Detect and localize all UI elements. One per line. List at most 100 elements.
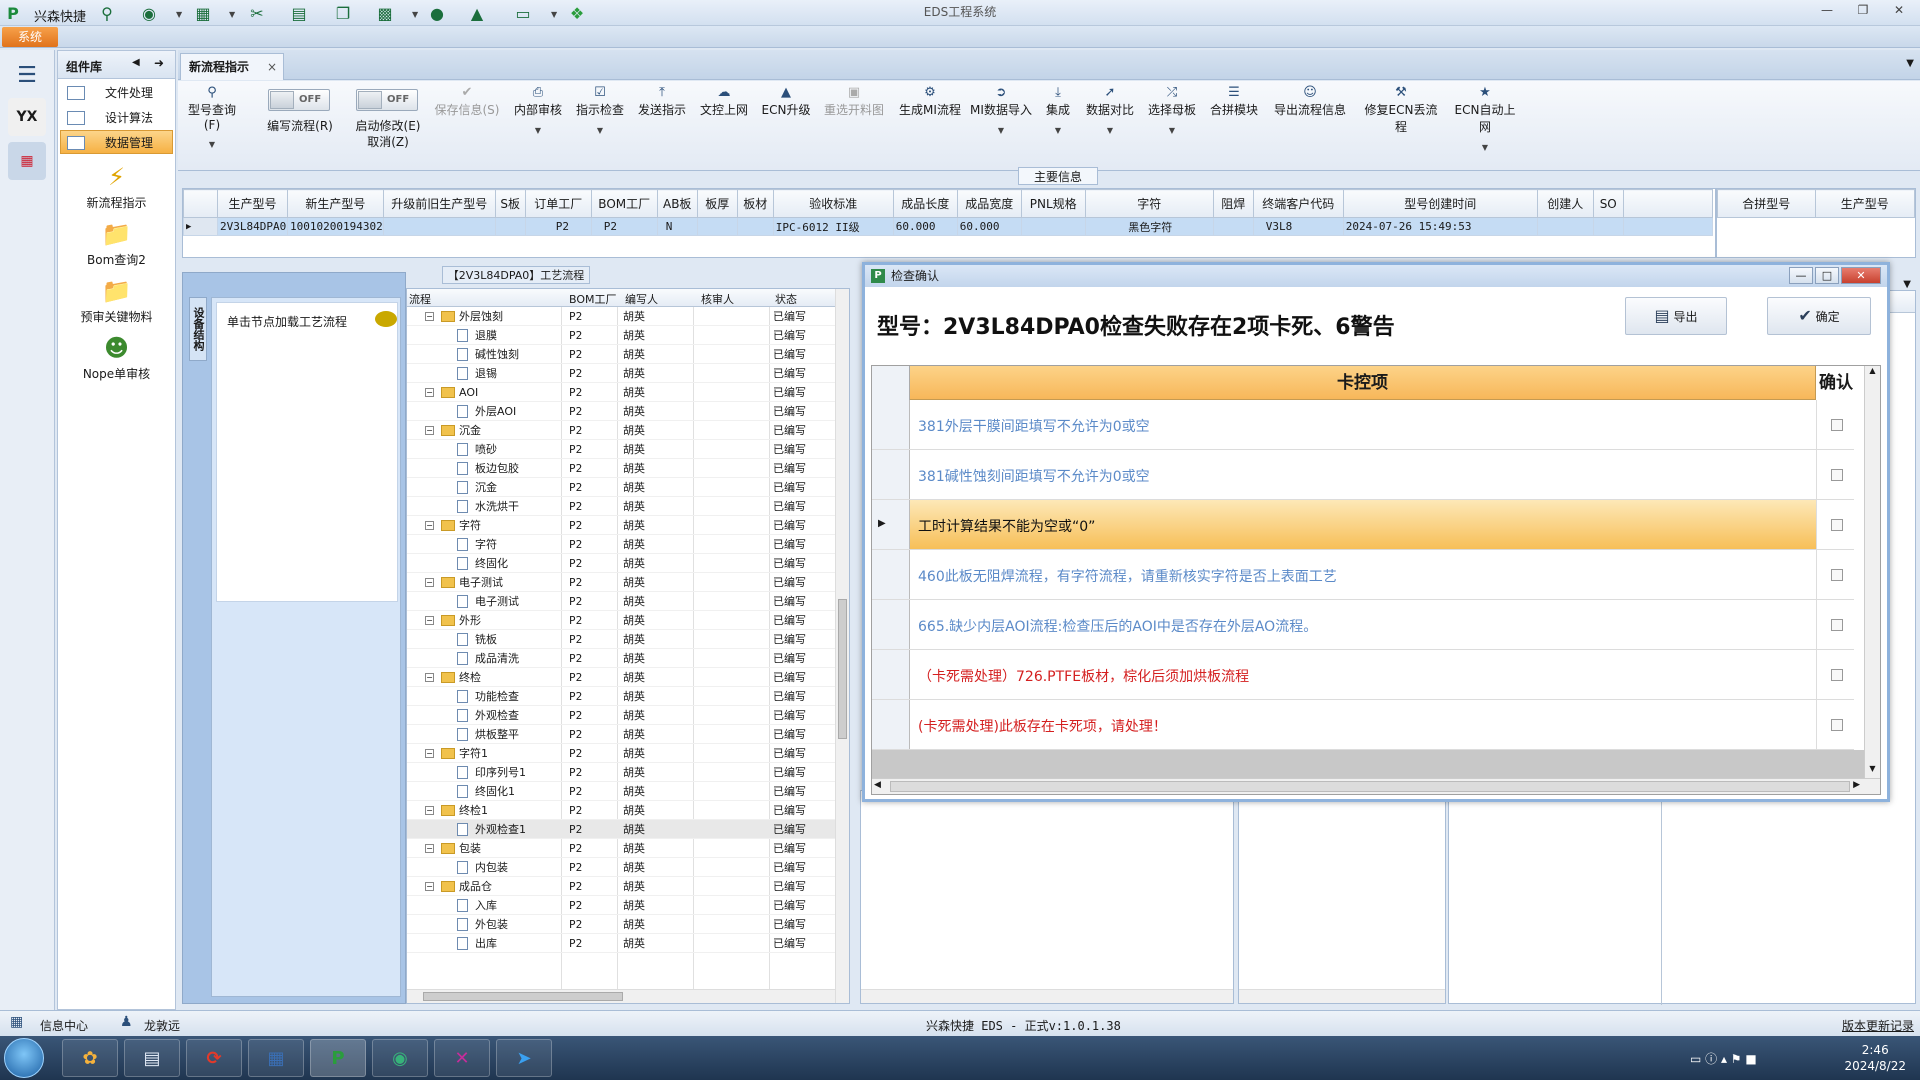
collapse-icon[interactable]: − [425,616,434,625]
tree-row[interactable]: − 电子测试 P2 胡英 已编写 [407,573,835,592]
notepad-icon[interactable]: ▤ [124,1039,180,1077]
collapse-icon[interactable]: − [425,882,434,891]
column-header[interactable]: BOM工厂 [590,189,658,218]
merge-module-button[interactable]: ☰ 合拼模块 [1208,85,1260,118]
minimize-icon[interactable]: — [1789,267,1813,284]
arrow-app-icon[interactable]: ➤ [496,1039,552,1077]
tree-row[interactable]: 功能检查 P2 胡英 已编写 [407,687,835,706]
generate-mi-button[interactable]: ⚙ 生成MI流程 [896,85,964,118]
check-item-row[interactable]: 665.缺少内层AOI流程:检查压后的AOI中是否存在外层AO流程。 [872,600,1856,650]
row-header[interactable]: ▶ [872,500,910,549]
column-header[interactable]: 成品长度 [892,189,958,218]
mi-import-button[interactable]: ➲ MI数据导入 ▼ [970,85,1032,135]
tree-row[interactable]: − 外层蚀刻 P2 胡英 已编写 [407,307,835,326]
collapse-icon[interactable]: − [425,578,434,587]
collapse-left-icon[interactable]: ◀ [132,57,140,68]
reselect-cut-button[interactable]: ▣ 重选开料图 [818,85,890,118]
check-item-row[interactable]: （卡死需处理）726.PTFE板材，棕化后须加烘板流程 [872,650,1856,700]
big-item-new-flow[interactable]: ⚡ 新流程指示 [58,162,175,211]
tree-row[interactable]: 碱性蚀刻 P2 胡英 已编写 [407,345,835,364]
tab-new-flow[interactable]: 新流程指示 × [180,53,284,80]
row-selector-icon[interactable]: ▶ [183,217,218,236]
row-header[interactable] [872,700,910,749]
tree-row[interactable]: 退锡 P2 胡英 已编写 [407,364,835,383]
column-header[interactable]: 状态 [775,291,797,307]
comp-item-data[interactable]: 数据管理 [60,130,173,154]
check-item-row[interactable]: 381碱性蚀刻间距填写不允许为0或空 [872,450,1856,500]
table-cell[interactable]: P2 [524,217,592,236]
tree-row[interactable]: 烘板整平 P2 胡英 已编写 [407,725,835,744]
tree-row[interactable]: 出库 P2 胡英 已编写 [407,934,835,953]
collapse-icon[interactable]: − [425,312,434,321]
table-cell[interactable]: V3L8 [1252,217,1344,236]
check-item-row[interactable]: (卡死需处理)此板存在卡死项，请处理！ [872,700,1856,750]
column-header[interactable]: 合拼型号 [1717,189,1816,218]
vertical-scrollbar[interactable] [835,289,849,1003]
vertical-scrollbar[interactable]: ▲ ▼ [1864,366,1880,778]
pin-icon[interactable]: ➜ [154,56,164,70]
check-item-row[interactable]: ▶ 工时计算结果不能为空或“0” [872,500,1856,550]
column-header[interactable]: 生产型号 [217,189,288,218]
tree-row[interactable]: 外层AOI P2 胡英 已编写 [407,402,835,421]
column-header[interactable]: 编写人 [625,291,658,307]
select-motherboard-button[interactable]: ⤮ 选择母板 ▼ [1146,85,1198,135]
version-history-link[interactable]: 版本更新记录 [1842,1017,1914,1034]
column-header[interactable]: 字符 [1084,189,1214,218]
maximize-icon[interactable]: □ [1815,267,1839,284]
table-cell[interactable]: 2V3L84DPA0 [217,217,288,236]
collapse-icon[interactable]: − [425,673,434,682]
floppy-icon[interactable]: ▦ [248,1039,304,1077]
comp-item-file[interactable]: 文件处理 [60,80,173,104]
tree-row[interactable]: 外包装 P2 胡英 已编写 [407,915,835,934]
tree-row[interactable]: − 成品仓 P2 胡英 已编写 [407,877,835,896]
confirm-button[interactable]: ✔ 确定 [1767,297,1871,335]
write-flow-toggle[interactable]: OFF [268,89,330,111]
table-cell[interactable]: 黑色字符 [1084,217,1214,236]
integrate-button[interactable]: ⤓ 集成 ▼ [1036,85,1080,135]
tree-row[interactable]: 入库 P2 胡英 已编写 [407,896,835,915]
repair-ecn-button[interactable]: ⚒ 修复ECN丢流程 [1360,85,1442,135]
column-header[interactable]: 新生产型号 [287,189,384,218]
send-instruction-button[interactable]: ⤒ 发送指示 [636,85,688,118]
row-header[interactable] [872,400,910,449]
tree-row[interactable]: 退膜 P2 胡英 已编写 [407,326,835,345]
big-item-nope[interactable]: ☻ Nope单审核 [58,333,175,382]
column-header[interactable]: 核审人 [701,291,734,307]
windows-grid-icon[interactable]: ▦ [10,1014,23,1030]
export-flow-button[interactable]: ☺ 导出流程信息 [1270,85,1350,118]
restore-icon[interactable]: ❐ [1852,3,1874,19]
horizontal-scrollbar[interactable] [1239,989,1445,1003]
check-instruction-button[interactable]: ☑ 指示检查 ▼ [574,85,626,135]
table-cell[interactable] [382,217,496,236]
vertical-tab-device[interactable]: 设备结构 [189,297,207,361]
table-cell[interactable]: P2 [590,217,658,236]
confirm-checkbox[interactable] [1831,469,1843,481]
tree-row[interactable]: 成品清洗 P2 胡英 已编写 [407,649,835,668]
column-header[interactable]: BOM工厂 [569,291,617,307]
tree-row[interactable]: − 包装 P2 胡英 已编写 [407,839,835,858]
yx-logo-icon[interactable]: YX [8,98,46,136]
confirm-checkbox[interactable] [1831,719,1843,731]
table-cell[interactable]: 2024-07-26 15:49:53 [1342,217,1538,236]
eds-app-icon[interactable]: P [310,1039,366,1077]
tree-row[interactable]: 终固化1 P2 胡英 已编写 [407,782,835,801]
refresh-app-icon[interactable]: ⟳ [186,1039,242,1077]
big-item-material[interactable]: 📁 预审关键物料 [58,276,175,325]
table-cell[interactable] [696,217,738,236]
dialog-titlebar[interactable]: P 检查确认 — □ ✕ [865,265,1887,287]
confirm-checkbox[interactable] [1831,419,1843,431]
start-button[interactable] [4,1038,44,1078]
model-query-button[interactable]: ⚲ 型号查询(F) ▼ [180,85,244,149]
column-header[interactable]: 终端客户代码 [1252,189,1344,218]
collapse-icon[interactable]: − [425,844,434,853]
confirm-checkbox[interactable] [1831,569,1843,581]
comp-item-design[interactable]: 设计算法 [60,105,173,129]
collapse-icon[interactable]: − [425,426,434,435]
row-header[interactable] [872,600,910,649]
big-item-bom[interactable]: 📁 Bom查询2 [58,219,175,268]
confirm-checkbox[interactable] [1831,519,1843,531]
tree-row[interactable]: − 字符 P2 胡英 已编写 [407,516,835,535]
collapse-icon[interactable]: − [425,521,434,530]
cancel-edit-label[interactable]: 取消(Z) [348,133,428,150]
column-header[interactable]: PNL规格 [1020,189,1086,218]
